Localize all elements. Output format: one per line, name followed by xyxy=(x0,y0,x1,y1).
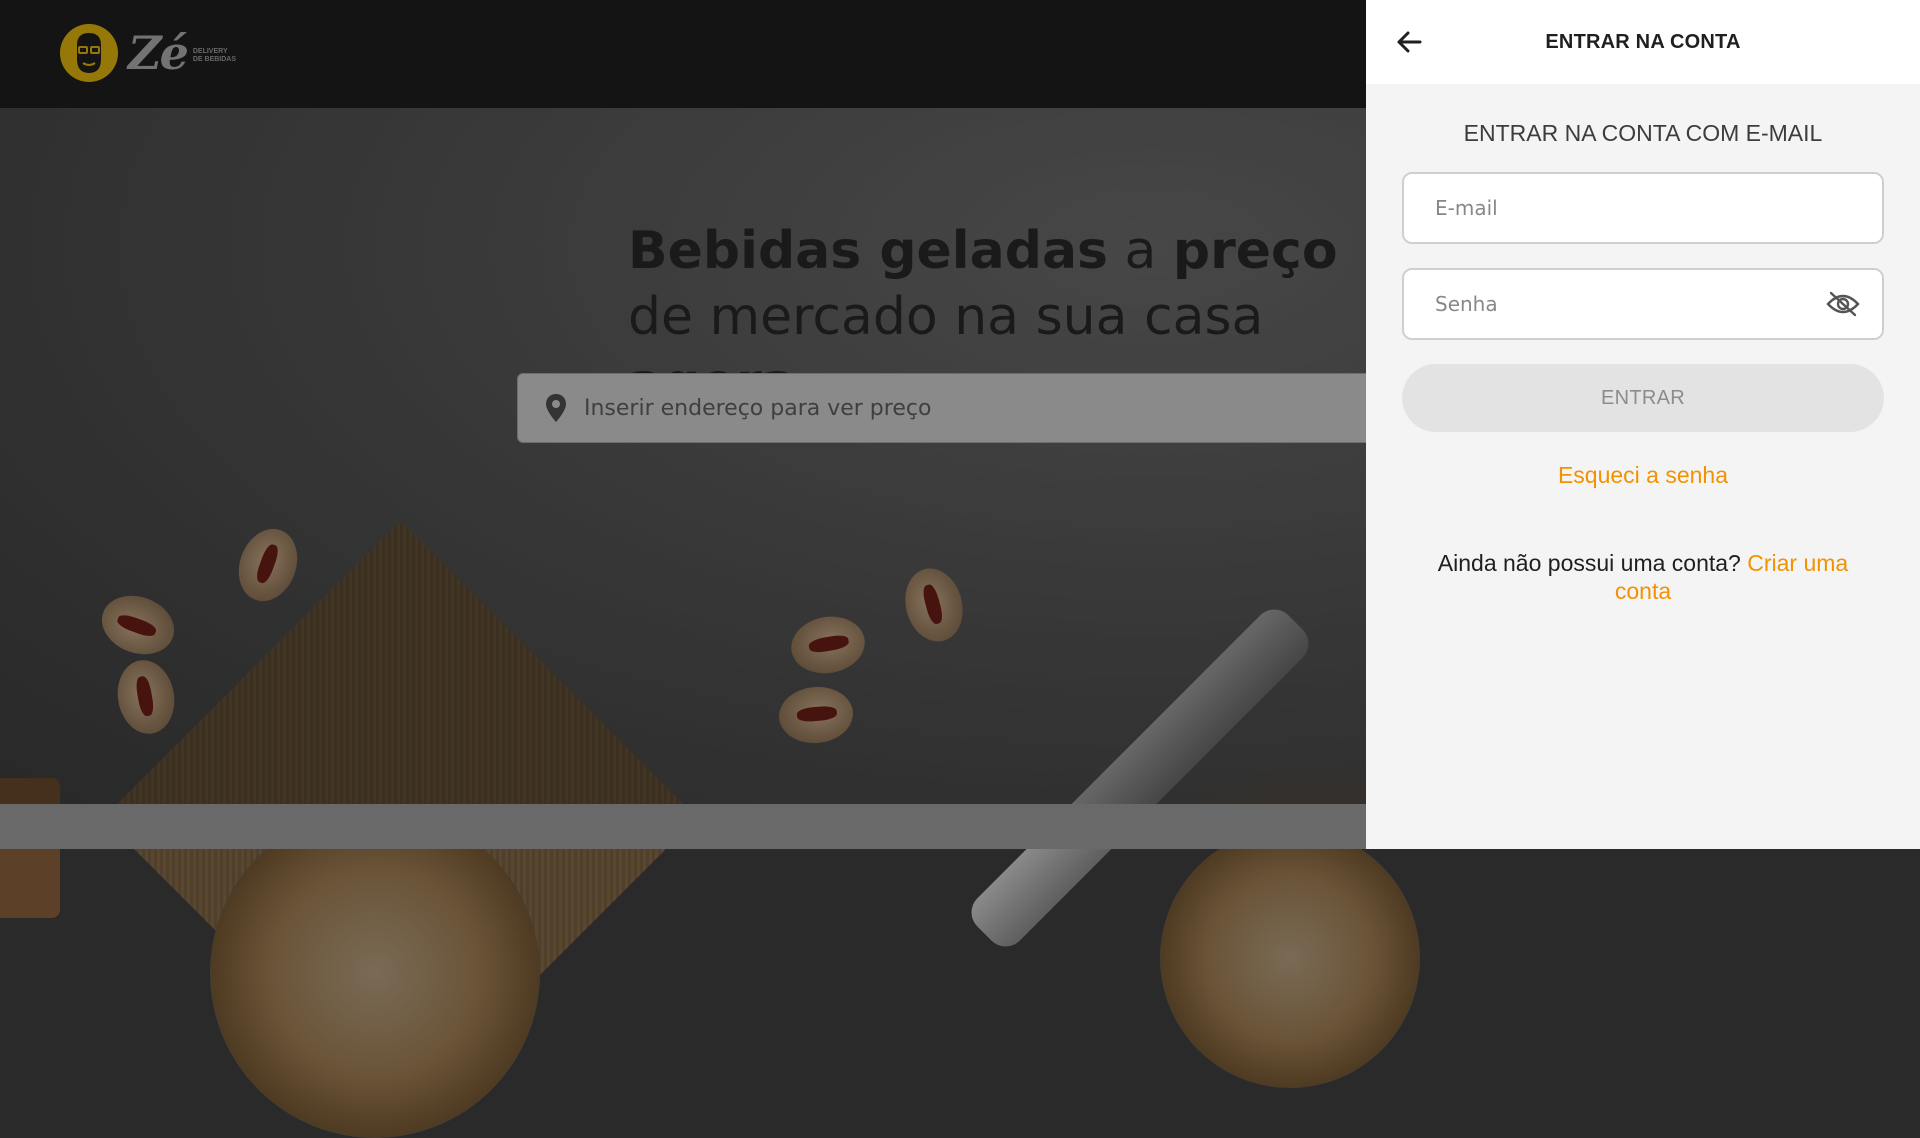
drawer-header: ENTRAR NA CONTA xyxy=(1366,0,1920,84)
login-subtitle: ENTRAR NA CONTA COM E-MAIL xyxy=(1463,120,1823,146)
beer-glass-decoration xyxy=(1160,828,1420,1088)
forgot-password-link[interactable]: Esqueci a senha xyxy=(1366,462,1920,489)
eye-off-icon[interactable] xyxy=(1826,290,1860,318)
drawer-title: ENTRAR NA CONTA xyxy=(1545,30,1741,53)
beer-glass-decoration xyxy=(210,808,540,1138)
hero-headline-bold-2: preço xyxy=(1172,221,1338,281)
login-drawer: ENTRAR NA CONTA ENTRAR NA CONTA COM E-MA… xyxy=(1366,0,1920,849)
arrow-left-icon xyxy=(1397,31,1422,53)
password-input[interactable] xyxy=(1433,291,1817,317)
login-submit-button[interactable]: ENTRAR xyxy=(1402,364,1884,432)
signup-prompt: Ainda não possui uma conta? Criar uma co… xyxy=(1422,549,1864,605)
back-button[interactable] xyxy=(1390,24,1428,60)
hero-headline-bold-1: Bebidas geladas xyxy=(628,221,1108,281)
email-field[interactable] xyxy=(1402,172,1884,244)
address-search-bar[interactable] xyxy=(517,373,1379,443)
email-input[interactable] xyxy=(1433,195,1817,221)
map-pin-icon xyxy=(544,393,568,423)
address-search-input[interactable] xyxy=(582,394,1186,422)
password-field[interactable] xyxy=(1402,268,1884,340)
hero-headline-text-2: de mercado na sua casa xyxy=(628,287,1264,347)
signup-prompt-text: Ainda não possui uma conta? xyxy=(1437,550,1741,576)
hero-headline-text-1: a xyxy=(1107,221,1173,281)
